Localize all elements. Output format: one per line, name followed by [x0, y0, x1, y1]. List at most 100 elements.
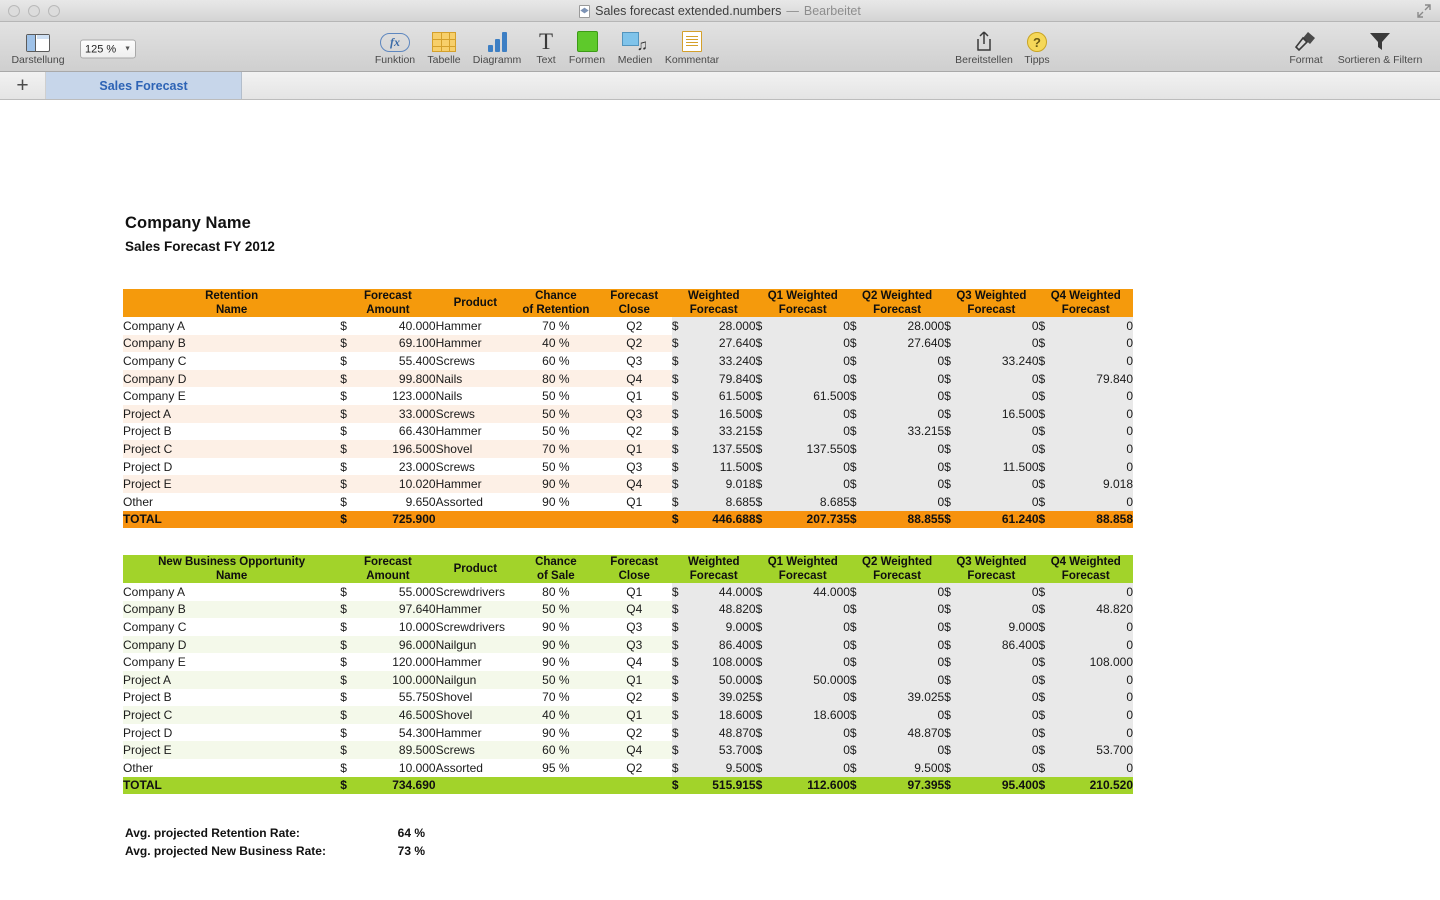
cell-weighted-currency[interactable]: $	[672, 618, 690, 636]
cell-q3[interactable]: 0	[962, 370, 1038, 388]
table-row[interactable]: Company C$55.400Screws60 %Q3$33.240$0$0$…	[123, 352, 1133, 370]
cell-q2-currency[interactable]: $	[850, 706, 868, 724]
table-row[interactable]: Company E$123.000Nails50 %Q1$61.500$61.5…	[123, 387, 1133, 405]
cell-forecast-close[interactable]: Q4	[597, 475, 672, 493]
cell-q1-currency[interactable]: $	[756, 370, 774, 388]
cell-total-q1-currency[interactable]: $	[756, 511, 774, 529]
cell-total-q2[interactable]: 97.395	[868, 777, 944, 795]
cell-amount[interactable]: 54.300	[361, 724, 435, 742]
cell-q2-currency[interactable]: $	[850, 493, 868, 511]
cell-q2-currency[interactable]: $	[850, 618, 868, 636]
cell-q1[interactable]: 0	[774, 653, 850, 671]
cell-amount[interactable]: 96.000	[361, 636, 435, 654]
cell-q1-currency[interactable]: $	[756, 653, 774, 671]
cell-q2[interactable]: 0	[868, 653, 944, 671]
cell-amount-currency[interactable]: $	[340, 317, 361, 335]
cell-name[interactable]: Company A	[123, 583, 340, 601]
cell-product[interactable]: Screws	[436, 741, 515, 759]
cell-q1-currency[interactable]: $	[756, 475, 774, 493]
cell-weighted-currency[interactable]: $	[672, 741, 690, 759]
cell-amount-currency[interactable]: $	[340, 671, 361, 689]
cell-q3[interactable]: 0	[962, 317, 1038, 335]
cell-chance[interactable]: 90 %	[515, 618, 597, 636]
cell-chance[interactable]: 80 %	[515, 583, 597, 601]
cell-total-amount[interactable]: 725.900	[361, 511, 435, 529]
cell-forecast-close[interactable]: Q3	[597, 636, 672, 654]
cell-weighted[interactable]: 9.500	[690, 759, 756, 777]
cell-q2[interactable]: 0	[868, 493, 944, 511]
cell-q3[interactable]: 0	[962, 440, 1038, 458]
header-nb-q2-weighted[interactable]: Q2 Weighted Forecast	[850, 555, 944, 583]
cell-amount-currency[interactable]: $	[340, 370, 361, 388]
cell-q2[interactable]: 0	[868, 636, 944, 654]
cell-total-q4[interactable]: 88.858	[1057, 511, 1133, 529]
cell-product[interactable]: Hammer	[436, 423, 515, 441]
cell-amount[interactable]: 66.430	[361, 423, 435, 441]
cell-q4[interactable]: 48.820	[1057, 601, 1133, 619]
cell-product[interactable]: Hammer	[436, 335, 515, 353]
cell-product[interactable]: Nailgun	[436, 636, 515, 654]
cell-forecast-close[interactable]: Q4	[597, 741, 672, 759]
cell-name[interactable]: Project C	[123, 440, 340, 458]
cell-q1[interactable]: 0	[774, 618, 850, 636]
header-nb-weighted-forecast[interactable]: Weighted Forecast	[672, 555, 756, 583]
table-row[interactable]: Project E$89.500Screws60 %Q4$53.700$0$0$…	[123, 741, 1133, 759]
cell-q4-currency[interactable]: $	[1039, 653, 1057, 671]
cell-q2[interactable]: 0	[868, 440, 944, 458]
cell-name[interactable]: Project D	[123, 458, 340, 476]
cell-forecast-close[interactable]: Q1	[597, 440, 672, 458]
cell-q1-currency[interactable]: $	[756, 636, 774, 654]
cell-q4[interactable]: 0	[1057, 706, 1133, 724]
cell-q4[interactable]: 0	[1057, 671, 1133, 689]
cell-q3[interactable]: 0	[962, 335, 1038, 353]
cell-q4[interactable]: 0	[1057, 352, 1133, 370]
cell-total-q3-currency[interactable]: $	[944, 777, 962, 795]
cell-q1-currency[interactable]: $	[756, 440, 774, 458]
header-retention-name[interactable]: Retention Name	[123, 289, 340, 317]
cell-chance[interactable]: 50 %	[515, 387, 597, 405]
cell-q1-currency[interactable]: $	[756, 724, 774, 742]
cell-q2-currency[interactable]: $	[850, 387, 868, 405]
cell-q4[interactable]: 0	[1057, 423, 1133, 441]
cell-amount[interactable]: 55.000	[361, 583, 435, 601]
cell-product[interactable]: Hammer	[436, 653, 515, 671]
cell-amount-currency[interactable]: $	[340, 423, 361, 441]
cell-amount-currency[interactable]: $	[340, 636, 361, 654]
header-q3-weighted[interactable]: Q3 Weighted Forecast	[944, 289, 1038, 317]
cell-amount[interactable]: 97.640	[361, 601, 435, 619]
cell-amount-currency[interactable]: $	[340, 618, 361, 636]
toolbar-kommentar[interactable]: Kommentar	[656, 26, 728, 66]
cell-total-q3[interactable]: 95.400	[962, 777, 1038, 795]
cell-total-label[interactable]: TOTAL	[123, 777, 340, 795]
cell-total-close[interactable]	[597, 777, 672, 795]
cell-q1[interactable]: 0	[774, 423, 850, 441]
cell-chance[interactable]: 90 %	[515, 636, 597, 654]
cell-amount[interactable]: 55.400	[361, 352, 435, 370]
cell-q3[interactable]: 0	[962, 741, 1038, 759]
cell-amount[interactable]: 9.650	[361, 493, 435, 511]
table-row[interactable]: Project D$23.000Screws50 %Q3$11.500$0$0$…	[123, 458, 1133, 476]
cell-q2-currency[interactable]: $	[850, 370, 868, 388]
cell-amount-currency[interactable]: $	[340, 653, 361, 671]
cell-chance[interactable]: 50 %	[515, 423, 597, 441]
cell-q2[interactable]: 48.870	[868, 724, 944, 742]
cell-q4-currency[interactable]: $	[1039, 689, 1057, 707]
cell-total-product[interactable]	[436, 777, 515, 795]
cell-q3[interactable]: 0	[962, 475, 1038, 493]
cell-product[interactable]: Assorted	[436, 493, 515, 511]
cell-q3[interactable]: 0	[962, 583, 1038, 601]
cell-weighted[interactable]: 44.000	[690, 583, 756, 601]
cell-q2-currency[interactable]: $	[850, 335, 868, 353]
cell-amount-currency[interactable]: $	[340, 689, 361, 707]
table-row[interactable]: Project A$100.000Nailgun50 %Q1$50.000$50…	[123, 671, 1133, 689]
cell-q2[interactable]: 0	[868, 706, 944, 724]
cell-q2[interactable]: 27.640	[868, 335, 944, 353]
cell-chance[interactable]: 50 %	[515, 405, 597, 423]
cell-amount-currency[interactable]: $	[340, 741, 361, 759]
cell-q4[interactable]: 0	[1057, 636, 1133, 654]
cell-q3[interactable]: 0	[962, 601, 1038, 619]
cell-q1[interactable]: 0	[774, 601, 850, 619]
cell-forecast-close[interactable]: Q2	[597, 423, 672, 441]
cell-q3[interactable]: 0	[962, 759, 1038, 777]
cell-weighted-currency[interactable]: $	[672, 423, 690, 441]
